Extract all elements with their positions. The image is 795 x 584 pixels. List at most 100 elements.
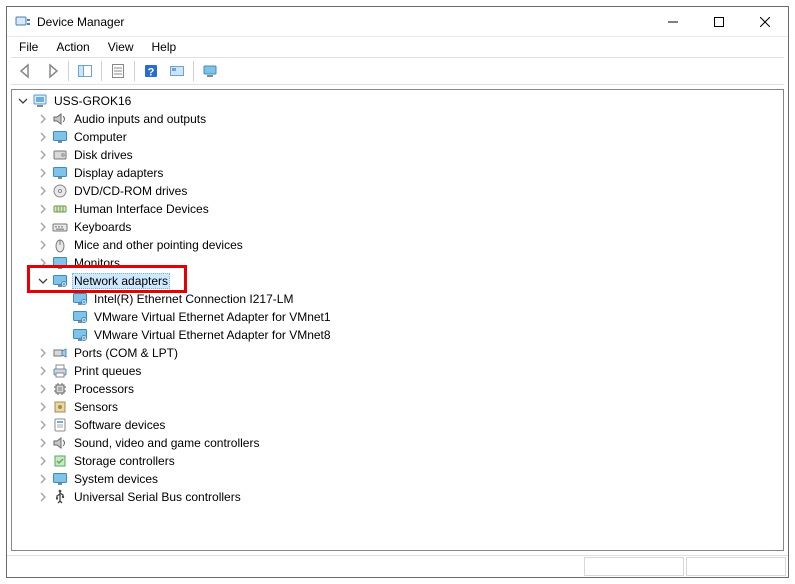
tree-node-disk-drives[interactable]: Disk drives [32,146,783,164]
tree-node-label: VMware Virtual Ethernet Adapter for VMne… [92,310,333,324]
chevron-right-icon[interactable] [36,202,50,216]
network-icon [52,273,68,289]
chevron-right-icon[interactable] [36,130,50,144]
tree-node-label: Software devices [72,418,167,432]
tree-node-storage-controllers[interactable]: Storage controllers [32,452,783,470]
tree-node-label: Monitors [72,256,122,270]
nav-back-button[interactable] [14,60,38,82]
chevron-right-icon[interactable] [36,238,50,252]
chevron-right-icon[interactable] [36,166,50,180]
hid-icon [52,201,68,217]
storage-icon [52,453,68,469]
mouse-icon [52,237,68,253]
tree-node-label: Computer [72,130,129,144]
chevron-right-icon[interactable] [36,346,50,360]
tree-node-label: Processors [72,382,136,396]
tree-node-label: System devices [72,472,160,486]
tree-node-label: DVD/CD-ROM drives [72,184,189,198]
device-tree-panel[interactable]: USS-GROK16 Audio inputs and outputs Comput… [11,89,784,551]
chevron-right-icon[interactable] [36,184,50,198]
network-icon [72,291,88,307]
tree-node-keyboards[interactable]: Keyboards [32,218,783,236]
toolbar: ? [11,57,784,85]
tree-root-node[interactable]: USS-GROK16 [12,92,783,110]
tree-node-display-adapters[interactable]: Display adapters [32,164,783,182]
tree-node-print-queues[interactable]: Print queues [32,362,783,380]
tree-node-label: Ports (COM & LPT) [72,346,180,360]
disk-icon [52,147,68,163]
scan-hardware-button[interactable] [165,60,189,82]
maximize-button[interactable] [696,7,742,36]
toolbar-separator [134,61,135,81]
chevron-right-icon[interactable] [36,256,50,270]
tree-node-monitors[interactable]: Monitors [32,254,783,272]
minimize-button[interactable] [650,7,696,36]
monitor-icon [52,255,68,271]
chevron-down-icon[interactable] [36,274,50,288]
chevron-right-icon[interactable] [36,148,50,162]
tree-node-system-devices[interactable]: System devices [32,470,783,488]
keyboard-icon [52,219,68,235]
tree-node-label: Storage controllers [72,454,177,468]
tree-node-label: Network adapters [72,273,170,289]
chevron-right-icon[interactable] [36,472,50,486]
chevron-right-icon[interactable] [36,436,50,450]
show-hide-tree-button[interactable] [73,60,97,82]
help-button[interactable]: ? [139,60,163,82]
properties-button[interactable] [106,60,130,82]
toolbar-separator [193,61,194,81]
tree-node-label: Keyboards [72,220,133,234]
tree-node-label: Sensors [72,400,120,414]
tree-node-label: Sound, video and game controllers [72,436,261,450]
software-icon [52,417,68,433]
tree-node-label: Intel(R) Ethernet Connection I217-LM [92,292,295,306]
menu-action[interactable]: Action [48,39,97,55]
tree-node-network-adapters[interactable]: Network adapters [32,272,783,290]
printer-icon [52,363,68,379]
usb-icon [52,489,68,505]
tree-node-dvd-cd-rom-drives[interactable]: DVD/CD-ROM drives [32,182,783,200]
tree-node-sensors[interactable]: Sensors [32,398,783,416]
chevron-right-icon[interactable] [36,490,50,504]
chevron-right-icon[interactable] [36,382,50,396]
statusbar [7,555,788,577]
tree-node-computer[interactable]: Computer [32,128,783,146]
status-cell [584,557,684,576]
tree-node-ports-com-lpt[interactable]: Ports (COM & LPT) [32,344,783,362]
chevron-down-icon[interactable] [16,94,30,108]
tree-node-human-interface-devices[interactable]: Human Interface Devices [32,200,783,218]
chevron-right-icon[interactable] [36,418,50,432]
status-cell [686,557,786,576]
menu-help[interactable]: Help [144,39,185,55]
menu-view[interactable]: View [100,39,142,55]
chevron-right-icon[interactable] [36,112,50,126]
chevron-right-icon[interactable] [36,454,50,468]
tree-node-universal-serial-bus-controllers[interactable]: Universal Serial Bus controllers [32,488,783,506]
close-button[interactable] [742,7,788,36]
tree-node-sound-video-and-game-controllers[interactable]: Sound, video and game controllers [32,434,783,452]
tree-node-audio-inputs-and-outputs[interactable]: Audio inputs and outputs [32,110,783,128]
toolbar-separator [101,61,102,81]
speaker-icon [52,111,68,127]
tree-node-label: Mice and other pointing devices [72,238,245,252]
tree-node-vmware-virtual-ethernet-adapter-for-vmnet1[interactable]: VMware Virtual Ethernet Adapter for VMne… [52,308,783,326]
menu-file[interactable]: File [11,39,46,55]
devices-view-button[interactable] [198,60,222,82]
sensor-icon [52,399,68,415]
monitor-icon [52,129,68,145]
tree-node-vmware-virtual-ethernet-adapter-for-vmnet8[interactable]: VMware Virtual Ethernet Adapter for VMne… [52,326,783,344]
tree-node-label: Universal Serial Bus controllers [72,490,243,504]
chevron-right-icon[interactable] [36,400,50,414]
tree-node-software-devices[interactable]: Software devices [32,416,783,434]
chevron-right-icon[interactable] [36,220,50,234]
window-controls [650,7,788,36]
tree-node-label: Print queues [72,364,143,378]
app-icon [15,14,31,30]
tree-node-intel-r-ethernet-connection-i217-lm[interactable]: Intel(R) Ethernet Connection I217-LM [52,290,783,308]
tree-node-label: Audio inputs and outputs [72,112,208,126]
tree-node-mice-and-other-pointing-devices[interactable]: Mice and other pointing devices [32,236,783,254]
chevron-right-icon[interactable] [36,364,50,378]
tree-node-processors[interactable]: Processors [32,380,783,398]
nav-forward-button[interactable] [40,60,64,82]
tree-root-label: USS-GROK16 [52,94,133,108]
